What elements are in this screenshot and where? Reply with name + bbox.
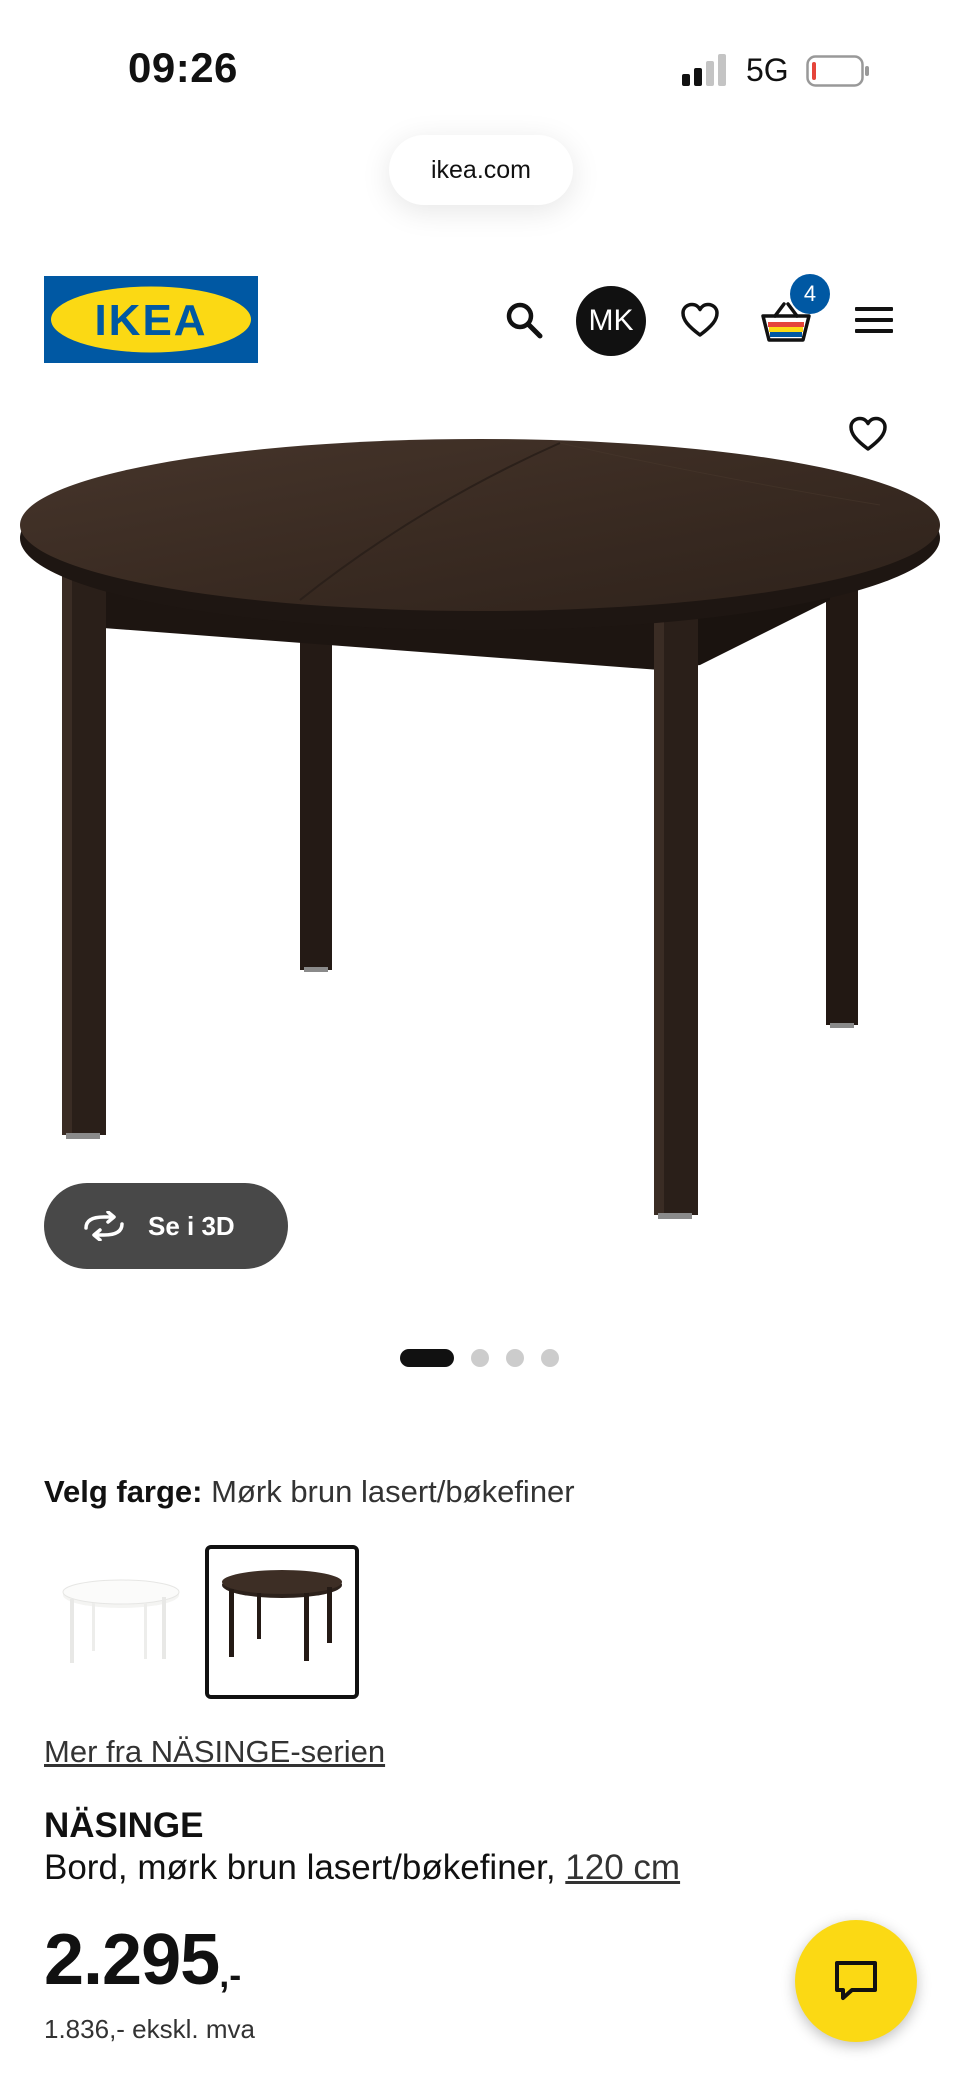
carousel-dot[interactable] bbox=[541, 1349, 559, 1367]
heart-icon bbox=[681, 302, 719, 337]
color-select-value: Mørk brun lasert/bøkefiner bbox=[211, 1474, 575, 1509]
search-icon bbox=[506, 302, 543, 339]
menu-icon bbox=[855, 307, 893, 333]
product-description: Bord, mørk brun lasert/bøkefiner, 120 cm bbox=[44, 1848, 680, 1888]
network-type: 5G bbox=[746, 52, 789, 88]
chat-icon bbox=[835, 1961, 877, 2000]
product-image[interactable] bbox=[0, 395, 960, 1315]
cart-count-badge: 4 bbox=[790, 274, 830, 314]
color-select-title: Velg farge: bbox=[44, 1474, 203, 1509]
status-bar: 09:26 5G bbox=[0, 0, 960, 130]
series-link[interactable]: Mer fra NÄSINGE-serien bbox=[44, 1734, 385, 1770]
search-button[interactable] bbox=[500, 296, 548, 344]
color-option-dark-brown[interactable] bbox=[205, 1545, 359, 1699]
rotate-3d-icon bbox=[84, 1211, 124, 1241]
chat-button[interactable] bbox=[795, 1920, 917, 2042]
profile-avatar[interactable]: MK bbox=[576, 286, 646, 356]
size-link[interactable]: 120 cm bbox=[565, 1848, 680, 1887]
color-option-white[interactable] bbox=[44, 1545, 198, 1699]
menu-button[interactable] bbox=[850, 296, 898, 344]
battery-icon bbox=[806, 55, 869, 87]
carousel-dot[interactable] bbox=[506, 1349, 524, 1367]
site-header: IKEA MK 4 bbox=[0, 270, 960, 370]
product-name: NÄSINGE bbox=[44, 1806, 204, 1845]
ikea-logo-text: IKEA bbox=[94, 296, 207, 345]
url-bar[interactable]: ikea.com bbox=[389, 135, 573, 205]
product-description-text: Bord, mørk brun lasert/bøkefiner, bbox=[44, 1848, 566, 1887]
color-select-label: Velg farge: Mørk brun lasert/bøkefiner bbox=[44, 1474, 575, 1510]
status-time: 09:26 bbox=[128, 44, 238, 91]
carousel-indicator bbox=[400, 1348, 559, 1368]
price-suffix: ,- bbox=[219, 1954, 242, 1995]
view-in-3d-label: Se i 3D bbox=[148, 1210, 235, 1241]
carousel-dot[interactable] bbox=[471, 1349, 489, 1367]
price-amount: 2.295 bbox=[44, 1920, 220, 2000]
ikea-logo[interactable]: IKEA bbox=[44, 276, 258, 363]
view-in-3d-button[interactable]: Se i 3D bbox=[44, 1183, 288, 1269]
save-to-favourites-button[interactable] bbox=[848, 416, 896, 464]
price-excluding-vat: 1.836,- ekskl. mva bbox=[44, 2014, 255, 2044]
signal-icon bbox=[682, 54, 726, 86]
favourites-button[interactable] bbox=[676, 296, 724, 344]
heart-icon bbox=[849, 416, 887, 451]
carousel-dot-active[interactable] bbox=[400, 1349, 454, 1367]
product-price: 2.295 ,- bbox=[44, 1920, 241, 2000]
